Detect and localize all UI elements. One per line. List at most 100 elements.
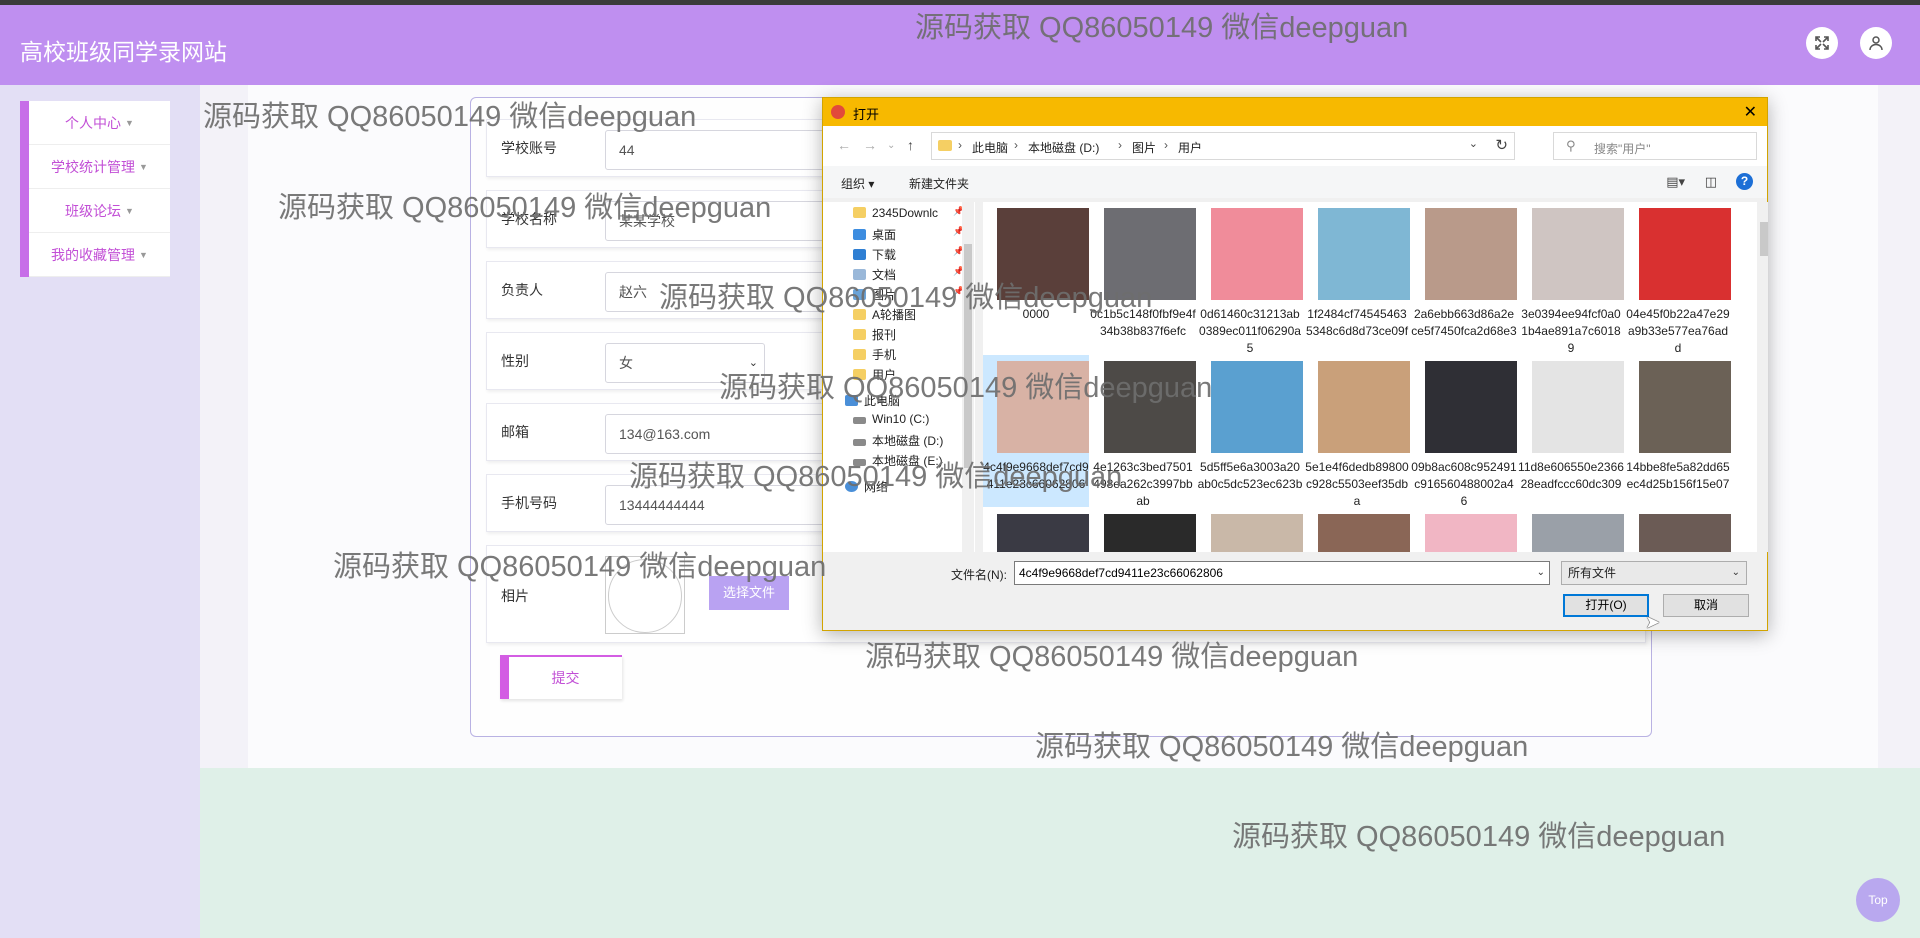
nav-item-label: 本地磁盘 (D:) (872, 434, 944, 448)
image-thumbnail (1425, 514, 1517, 552)
file-type-select[interactable]: 所有文件 ⌄ (1561, 561, 1747, 585)
file-name: 1f2484cf745454635348c6d8d73ce09f (1305, 307, 1409, 338)
address-bar[interactable]: › 此电脑 › 本地磁盘 (D:) › 图片 › 用户 ⌄ ↻ (931, 132, 1515, 160)
school-account-label: 学校账号 (501, 140, 557, 156)
nav-item-label: 桌面 (872, 228, 897, 242)
image-thumbnail (1532, 514, 1624, 552)
sidebar-item-school-stats[interactable]: 学校统计管理 ▼ (29, 145, 170, 189)
nav-item-phone[interactable]: 手机 (853, 346, 896, 363)
file-scrollbar-thumb[interactable] (1760, 222, 1768, 256)
sidebar-item-label: 班级论坛 (65, 202, 122, 219)
file-item[interactable]: 3e0394ee94fcf0a01b4ae891a7c60189 (1518, 202, 1624, 355)
view-options-icon[interactable]: ▤▾ (1666, 174, 1685, 190)
file-item[interactable] (983, 508, 1089, 552)
new-folder-button[interactable]: 新建文件夹 (909, 175, 969, 192)
up-arrow-icon[interactable]: ↑ (907, 137, 914, 153)
user-button[interactable] (1860, 27, 1892, 59)
filename-input[interactable]: 4c4f9e9668def7cd9411e23c66062806 ⌄ (1014, 561, 1550, 585)
file-name: 14bbe8fe5a82dd65ec4d25b156f15e07 (1626, 460, 1730, 491)
chevron-down-icon[interactable]: ⌄ (1537, 562, 1545, 584)
breadcrumb-separator-icon: › (958, 138, 962, 152)
watermark-text: 源码获取 QQ86050149 微信deepguan (659, 282, 1153, 314)
file-item[interactable]: 1f2484cf745454635348c6d8d73ce09f (1304, 202, 1410, 354)
search-icon: ⚲ (1566, 138, 1576, 153)
file-item[interactable]: 2a6ebb663d86a2ece5f7450fca2d68e3 (1411, 202, 1517, 354)
nav-item-drive-c[interactable]: Win10 (C:) (853, 412, 929, 426)
refresh-icon[interactable]: ↻ (1495, 136, 1508, 154)
watermark-text: 源码获取 QQ86050149 微信deepguan (1035, 731, 1529, 763)
nav-item-2345downloads[interactable]: 2345Downlc (853, 206, 938, 220)
file-item[interactable]: 11d8e606550e236628eadfccc60dc309 (1518, 355, 1624, 507)
sidebar-menu: 个人中心 ▼ 学校统计管理 ▼ 班级论坛 ▼ 我的收藏管理 ▼ (20, 101, 170, 277)
breadcrumb-separator-icon: › (1118, 138, 1122, 152)
folder-icon (853, 329, 866, 340)
help-icon[interactable]: ? (1736, 173, 1753, 190)
file-item[interactable]: 14bbe8fe5a82dd65ec4d25b156f15e07 (1625, 355, 1731, 507)
image-thumbnail (1425, 208, 1517, 300)
filename-value: 4c4f9e9668def7cd9411e23c66062806 (1019, 566, 1223, 580)
sidebar-item-personal-center[interactable]: 个人中心 ▼ (29, 101, 170, 145)
sidebar-item-favorites[interactable]: 我的收藏管理 ▼ (29, 233, 170, 277)
sidebar-item-label: 学校统计管理 (51, 158, 136, 175)
back-to-top-button[interactable]: Top (1856, 878, 1900, 922)
caret-down-icon: ▼ (125, 117, 134, 128)
breadcrumb-pictures[interactable]: 图片 (1132, 139, 1156, 156)
nav-item-label: 报刊 (872, 328, 897, 342)
browser-icon (831, 105, 845, 119)
organize-button[interactable]: 组织 ▾ (841, 175, 874, 192)
dialog-toolbar: 组织 ▾ 新建文件夹 ▤▾ ◫ ? (823, 166, 1767, 198)
watermark-text: 源码获取 QQ86050149 微信deepguan (278, 192, 772, 224)
search-box[interactable]: ⚲ 搜索"用户" (1553, 132, 1757, 160)
file-item[interactable] (1625, 508, 1731, 552)
file-item[interactable]: 04e45f0b22a47e29a9b33e577ea76add (1625, 202, 1731, 355)
forward-arrow-icon[interactable]: → (863, 137, 877, 153)
image-thumbnail (997, 514, 1089, 552)
folder-icon (853, 207, 866, 218)
nav-item-journals[interactable]: 报刊 (853, 326, 896, 343)
drive-icon (853, 439, 866, 446)
file-item[interactable]: 09b8ac608c952491c916560488002a46 (1411, 355, 1517, 508)
cancel-button[interactable]: 取消 (1663, 594, 1749, 617)
file-item[interactable] (1304, 508, 1410, 552)
caret-down-icon: ▼ (139, 249, 148, 260)
nav-item-drive-d[interactable]: 本地磁盘 (D:) (853, 432, 943, 449)
file-name: 3e0394ee94fcf0a01b4ae891a7c60189 (1521, 307, 1621, 355)
breadcrumb-this-pc[interactable]: 此电脑 (972, 139, 1008, 156)
file-name: 11d8e606550e236628eadfccc60dc309 (1518, 460, 1624, 491)
principal-label: 负责人 (501, 282, 543, 298)
file-item[interactable]: 0d61460c31213ab0389ec011f06290a5 (1197, 202, 1303, 355)
preview-pane-icon[interactable]: ◫ (1705, 174, 1717, 190)
file-item[interactable] (1411, 508, 1517, 552)
nav-item-label: 下载 (872, 248, 897, 262)
sidebar-item-class-forum[interactable]: 班级论坛 ▼ (29, 189, 170, 233)
image-thumbnail (1318, 514, 1410, 552)
phone-label: 手机号码 (501, 495, 557, 511)
caret-down-icon: ▼ (139, 161, 148, 172)
open-button[interactable]: 打开(O) (1563, 594, 1649, 617)
download-icon (853, 249, 866, 260)
watermark-text: 源码获取 QQ86050149 微信deepguan (865, 641, 1359, 673)
breadcrumb-users[interactable]: 用户 (1178, 139, 1202, 156)
nav-item-downloads[interactable]: 下载 (853, 246, 896, 263)
breadcrumb-drive-d[interactable]: 本地磁盘 (D:) (1028, 139, 1099, 156)
watermark-text: 源码获取 QQ86050149 微信deepguan (203, 101, 697, 133)
search-placeholder: 搜索"用户" (1594, 142, 1651, 156)
file-item[interactable] (1090, 508, 1196, 552)
recent-locations-icon[interactable]: ⌄ (887, 140, 895, 151)
desktop-icon (853, 229, 866, 240)
file-item[interactable]: 5d5ff5e6a3003a20ab0c5dc523ec623b (1197, 355, 1303, 507)
chevron-down-icon[interactable]: ⌄ (1469, 137, 1478, 150)
back-arrow-icon[interactable]: ← (837, 137, 851, 153)
nav-item-desktop[interactable]: 桌面 (853, 226, 896, 243)
submit-button[interactable]: 提交 (500, 655, 622, 699)
image-thumbnail (1211, 208, 1303, 300)
fullscreen-icon (1815, 36, 1829, 50)
close-icon[interactable]: ✕ (1744, 102, 1757, 122)
file-name: 04e45f0b22a47e29a9b33e577ea76add (1626, 307, 1730, 355)
file-item[interactable]: 5e1e4f6dedb89800c928c5503eef35dba (1304, 355, 1410, 508)
fullscreen-button[interactable] (1806, 27, 1838, 59)
gender-value: 女 (619, 355, 633, 371)
file-item[interactable] (1197, 508, 1303, 552)
file-item[interactable] (1518, 508, 1624, 552)
nav-item-label: Win10 (C:) (872, 412, 930, 426)
